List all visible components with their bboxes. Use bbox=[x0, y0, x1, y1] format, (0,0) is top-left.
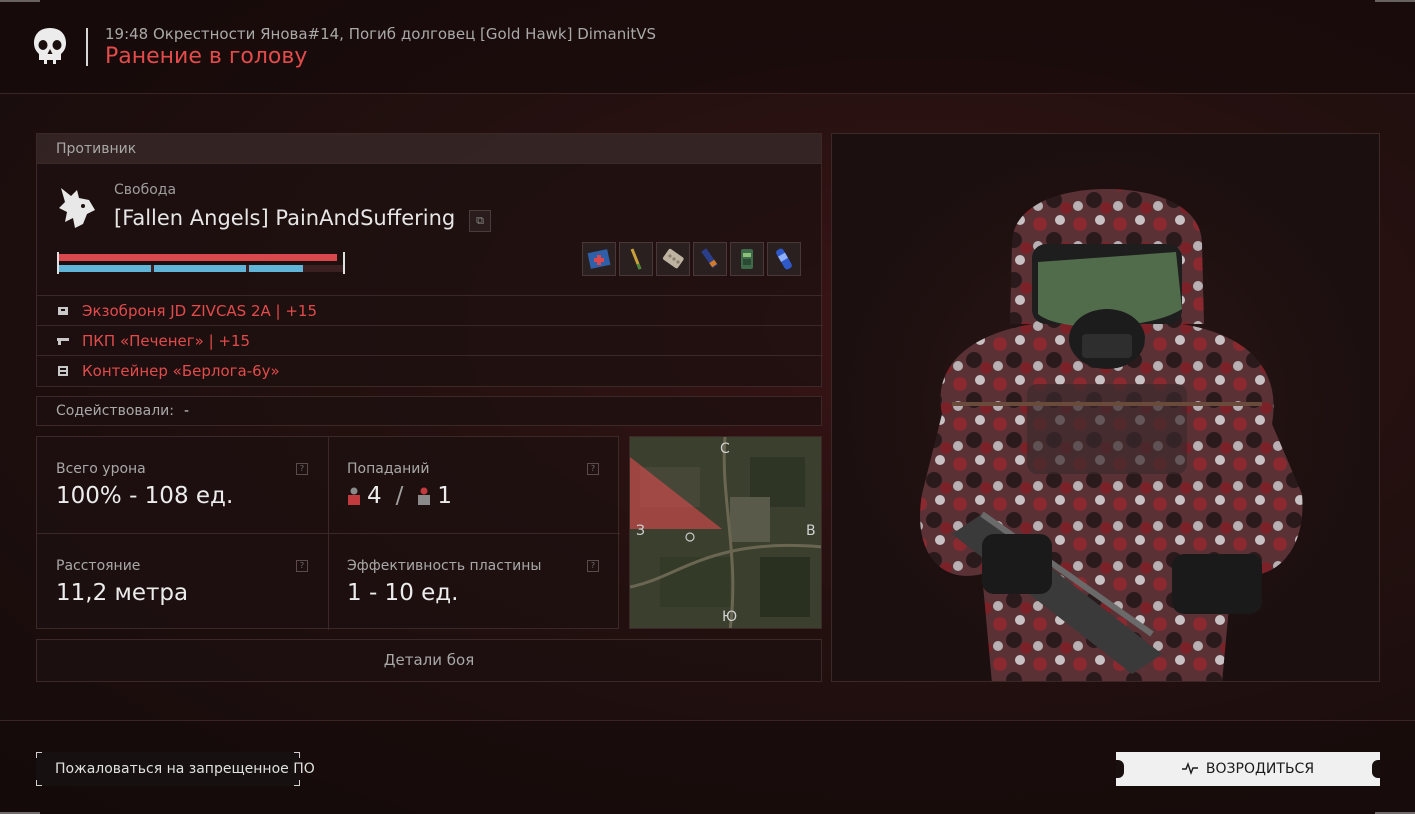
respawn-button[interactable]: ВОЗРОДИТЬСЯ bbox=[1116, 752, 1380, 786]
header-divider bbox=[86, 28, 88, 66]
opponent-panel: Противник Свобода [Fallen Angels] PainAn… bbox=[36, 133, 823, 387]
death-cause: Ранение в голову bbox=[105, 44, 308, 69]
loot-item-armor: Экзоброня JD ZIVCAS 2A | +15 bbox=[37, 295, 823, 325]
container-icon bbox=[58, 366, 68, 376]
medkit-icon bbox=[582, 242, 616, 276]
stat-value: 100% - 108 ед. bbox=[56, 483, 234, 509]
loot-item-label: ПКП «Печенег» | +15 bbox=[82, 332, 251, 350]
stat-value: 11,2 метра bbox=[56, 580, 189, 606]
help-icon[interactable]: ? bbox=[587, 560, 599, 572]
report-cheat-label: Пожаловаться на запрещенное ПО bbox=[55, 761, 315, 777]
button-bracket bbox=[294, 752, 300, 758]
stat-total-damage: Всего урона 100% - 108 ед. ? bbox=[37, 437, 328, 533]
assist-label: Содействовали: bbox=[56, 403, 174, 419]
stat-label: Эффективность пластины bbox=[347, 558, 542, 574]
armor-icon bbox=[58, 307, 68, 315]
help-icon[interactable]: ? bbox=[587, 463, 599, 475]
stat-plate-efficiency: Эффективность пластины 1 - 10 ед. ? bbox=[328, 534, 619, 630]
help-icon[interactable]: ? bbox=[296, 560, 308, 572]
compass-east: В bbox=[806, 523, 816, 539]
assist-row: Содействовали: - bbox=[36, 396, 822, 426]
armor-bar-segment bbox=[249, 265, 303, 272]
stat-distance: Расстояние 11,2 метра ? bbox=[37, 534, 328, 630]
faction-name: Свобода bbox=[114, 182, 177, 198]
compass-north: С bbox=[720, 441, 730, 457]
combat-stats: Всего урона 100% - 108 ед. ? Попаданий 4… bbox=[36, 436, 620, 630]
loot-item-container: Контейнер «Берлога-6у» bbox=[37, 355, 823, 385]
opponent-status-bars bbox=[57, 252, 347, 274]
wolf-faction-icon bbox=[59, 188, 95, 228]
skull-icon bbox=[34, 28, 66, 64]
stat-hits: Попаданий 4 / 1 ? bbox=[328, 437, 619, 533]
button-bracket bbox=[294, 780, 300, 786]
hits-body-count: 4 bbox=[367, 483, 382, 509]
report-cheat-button[interactable]: Пожаловаться на запрещенное ПО bbox=[36, 752, 315, 786]
battery-icon bbox=[730, 242, 764, 276]
bar-end-tick bbox=[343, 252, 345, 274]
kill-minimap: С З В Ю bbox=[629, 436, 822, 629]
hits-head-count: 1 bbox=[437, 483, 453, 509]
pills-icon bbox=[656, 242, 690, 276]
minimap-terrain bbox=[630, 437, 821, 628]
loot-item-label: Экзоброня JD ZIVCAS 2A | +15 bbox=[82, 302, 318, 320]
loot-item-weapon: ПКП «Печенег» | +15 bbox=[37, 325, 823, 355]
rifle-icon bbox=[57, 338, 69, 345]
compass-south: Ю bbox=[722, 609, 738, 625]
pulse-icon bbox=[1181, 761, 1198, 776]
stat-label: Расстояние bbox=[56, 558, 141, 574]
stat-label: Попаданий bbox=[347, 461, 430, 477]
body-hit-icon bbox=[348, 487, 360, 505]
opponent-section-label: Противник bbox=[37, 134, 821, 164]
death-info: 19:48 Окрестности Янова#14, Погиб долгов… bbox=[105, 25, 657, 43]
syringe-icon bbox=[693, 242, 727, 276]
stat-value: 1 - 10 ед. bbox=[347, 580, 459, 606]
button-notch bbox=[1372, 760, 1380, 778]
armor-bar-segment bbox=[59, 265, 151, 272]
respawn-label: ВОЗРОДИТЬСЯ bbox=[1205, 761, 1315, 777]
battle-details-button[interactable]: Детали боя bbox=[36, 639, 822, 682]
loot-item-label: Контейнер «Берлога-6у» bbox=[82, 362, 280, 380]
opponent-character-render bbox=[831, 133, 1380, 682]
opponent-name: [Fallen Angels] PainAndSuffering bbox=[114, 206, 456, 230]
button-bracket bbox=[36, 780, 42, 786]
help-icon[interactable]: ? bbox=[296, 463, 308, 475]
button-bracket bbox=[36, 752, 42, 758]
stat-value: 4 / 1 bbox=[347, 483, 452, 509]
head-hit-icon bbox=[418, 487, 431, 505]
button-notch bbox=[1116, 760, 1124, 778]
compass-west: З bbox=[636, 523, 645, 539]
assist-value: - bbox=[184, 403, 190, 419]
copy-icon[interactable]: ⧉ bbox=[469, 210, 491, 232]
exoskeleton-figure bbox=[920, 189, 1303, 681]
stat-label: Всего урона bbox=[56, 461, 146, 477]
injector-icon bbox=[619, 242, 653, 276]
opponent-quick-items bbox=[582, 242, 801, 276]
health-bar bbox=[59, 254, 337, 261]
armor-bar-segment bbox=[154, 265, 246, 272]
hits-separator: / bbox=[395, 483, 404, 509]
death-header: 19:48 Окрестности Янова#14, Погиб долгов… bbox=[0, 0, 1415, 94]
stimulant-icon bbox=[767, 242, 801, 276]
